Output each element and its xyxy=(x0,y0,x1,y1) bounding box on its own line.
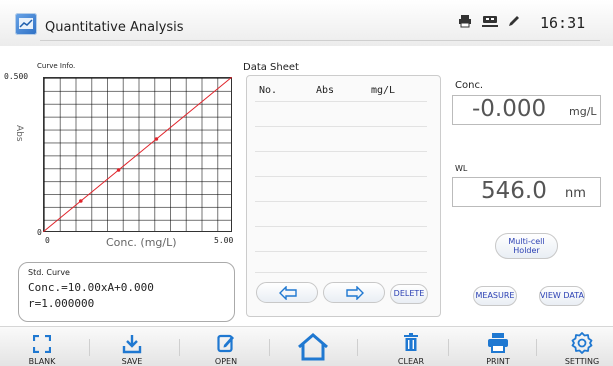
pen-icon xyxy=(507,13,520,32)
conc-readout: -0.000 mg/L xyxy=(452,95,601,125)
data-sheet-table[interactable]: No. Abs mg/L xyxy=(246,75,441,317)
usb-icon xyxy=(481,13,499,32)
column-header-abs: Abs xyxy=(316,85,335,96)
toolbar-divider xyxy=(179,339,180,356)
page-title: Quantitative Analysis xyxy=(45,20,184,35)
table-row xyxy=(255,201,427,202)
y-axis-label: Abs xyxy=(14,125,24,142)
calibration-point xyxy=(154,137,159,141)
data-sheet-title: Data Sheet xyxy=(243,62,299,73)
calibration-curve xyxy=(43,77,232,232)
wl-value: 546.0 xyxy=(481,178,547,204)
blank-button[interactable]: BLANK xyxy=(25,327,59,366)
edit-icon xyxy=(217,334,234,353)
y-min-tick: 0 xyxy=(37,228,42,237)
wl-readout: 546.0 nm xyxy=(452,177,601,207)
title-divider xyxy=(40,40,600,41)
home-button[interactable] xyxy=(293,327,333,366)
conc-value: -0.000 xyxy=(472,96,547,122)
x-axis-label: Conc. (mg/L) xyxy=(106,236,177,249)
toolbar-divider xyxy=(89,339,90,356)
toolbar-divider xyxy=(536,339,537,356)
table-row xyxy=(255,251,427,252)
arrow-right-icon xyxy=(346,286,364,300)
table-row xyxy=(255,272,427,273)
wl-unit: nm xyxy=(565,186,586,201)
column-header-no: No. xyxy=(259,85,278,96)
table-row xyxy=(255,226,427,227)
setting-button[interactable]: SETTING xyxy=(560,327,604,366)
table-row xyxy=(255,176,427,177)
x-min-tick: 0 xyxy=(45,236,50,245)
curve-info-label: Curve Info. xyxy=(37,62,76,70)
table-row xyxy=(255,151,427,152)
x-max-tick: 5.00 xyxy=(214,236,234,245)
clear-button[interactable]: CLEAR xyxy=(393,327,429,366)
std-curve-r-value: r=1.000000 xyxy=(28,297,95,310)
std-curve-equation: Conc.=10.00xA+0.000 xyxy=(28,281,154,294)
wl-label: WL xyxy=(455,164,468,173)
calibration-point xyxy=(79,199,83,203)
save-button[interactable]: SAVE xyxy=(115,327,149,366)
table-row xyxy=(255,101,427,102)
bottom-toolbar: BLANK SAVE OPEN CLEAR PRINT SETTING xyxy=(0,326,613,366)
download-icon xyxy=(122,335,142,354)
measure-button[interactable]: MEASURE xyxy=(473,286,517,306)
column-header-mgl: mg/L xyxy=(371,85,396,96)
printer-icon xyxy=(488,333,508,353)
calibration-series-line xyxy=(43,77,232,232)
y-max-tick: 0.500 xyxy=(4,72,29,81)
toolbar-divider xyxy=(269,339,270,356)
multi-cell-label-line1: Multi-cell xyxy=(508,237,545,246)
app-icon xyxy=(15,13,37,35)
multi-cell-label-line2: Holder xyxy=(513,246,540,255)
printer-icon xyxy=(458,13,472,32)
view-data-button[interactable]: VIEW DATA xyxy=(539,286,585,306)
table-row xyxy=(255,126,427,127)
print-button[interactable]: PRINT xyxy=(481,327,515,366)
open-button[interactable]: OPEN xyxy=(209,327,243,366)
multi-cell-holder-button[interactable]: Multi-cell Holder xyxy=(495,233,558,259)
title-bar: Quantitative Analysis 16:31 xyxy=(0,0,613,46)
toolbar-divider xyxy=(357,339,358,356)
gear-icon xyxy=(571,332,593,354)
conc-label: Conc. xyxy=(455,80,484,91)
arrow-left-icon xyxy=(279,286,297,300)
clock: 16:31 xyxy=(540,14,586,32)
std-curve-box: Std. Curve Conc.=10.00xA+0.000 r=1.00000… xyxy=(18,262,235,322)
calibration-point xyxy=(116,168,121,172)
home-icon xyxy=(298,333,328,361)
conc-unit: mg/L xyxy=(569,105,597,118)
previous-page-button[interactable] xyxy=(256,282,318,303)
trash-icon xyxy=(404,333,418,351)
delete-button[interactable]: DELETE xyxy=(390,284,428,304)
next-page-button[interactable] xyxy=(323,282,385,303)
std-curve-title: Std. Curve xyxy=(28,268,70,277)
blank-icon xyxy=(33,335,51,353)
toolbar-divider xyxy=(448,339,449,356)
